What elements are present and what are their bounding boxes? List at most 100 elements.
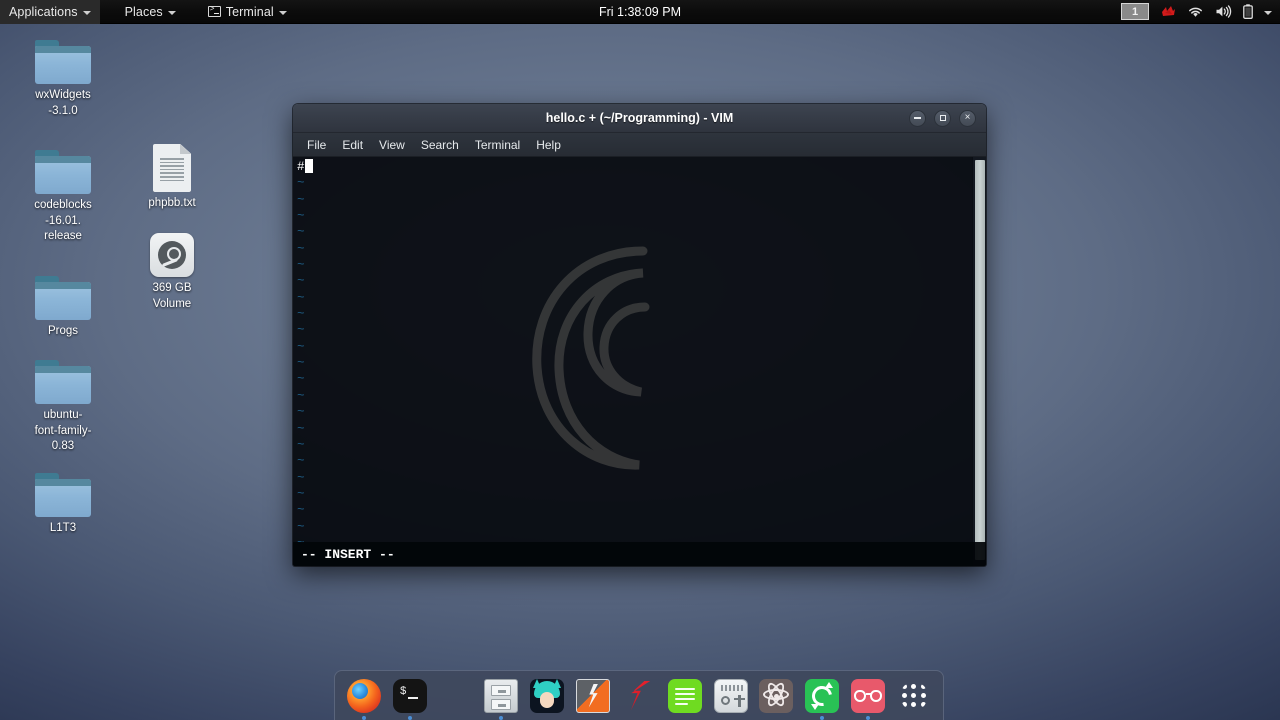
panel-menu-places[interactable]: Places bbox=[116, 0, 185, 24]
vim-tilde-row: ~ bbox=[297, 421, 305, 436]
chevron-down-icon bbox=[82, 10, 91, 15]
folder-icon bbox=[17, 465, 109, 517]
window-title: hello.c + (~/Programming) - VIM bbox=[545, 111, 734, 125]
dock-files[interactable] bbox=[482, 677, 520, 720]
vim-cursor bbox=[304, 159, 313, 173]
dock-firefox[interactable] bbox=[345, 677, 383, 720]
maximize-button[interactable] bbox=[934, 109, 951, 127]
chevron-down-icon[interactable] bbox=[1264, 10, 1272, 15]
firefox-icon bbox=[347, 678, 381, 713]
vim-tilde-row: ~ bbox=[297, 503, 305, 518]
running-indicator bbox=[499, 715, 504, 720]
close-button[interactable]: × bbox=[959, 109, 976, 127]
dock-atom[interactable] bbox=[757, 677, 795, 715]
sync-icon bbox=[805, 678, 840, 713]
desktop-icon-wxwidgets[interactable]: wxWidgets -3.1.0 bbox=[17, 32, 109, 119]
volume-icon[interactable] bbox=[1215, 5, 1232, 18]
file-cabinet-icon bbox=[484, 678, 519, 713]
terminal-window[interactable]: hello.c + (~/Programming) - VIM × File E… bbox=[293, 104, 986, 566]
dock-sync[interactable] bbox=[803, 677, 841, 720]
battery-icon[interactable] bbox=[1243, 4, 1253, 19]
glasses-icon bbox=[851, 678, 886, 713]
scrollbar-thumb[interactable] bbox=[975, 160, 985, 560]
application-dock: $ bbox=[334, 670, 944, 720]
workspace-number: 1 bbox=[1131, 5, 1139, 18]
terminal-scrollbar[interactable] bbox=[972, 157, 986, 566]
vim-tilde-row: ~ bbox=[297, 470, 305, 485]
minimize-button[interactable] bbox=[909, 109, 926, 127]
terminal-icon: $ bbox=[392, 678, 427, 713]
text-file-icon bbox=[126, 140, 218, 192]
dock-image-editor[interactable] bbox=[574, 677, 612, 715]
panel-menu-places-label: Places bbox=[124, 4, 163, 19]
wifi-icon[interactable] bbox=[1187, 5, 1204, 18]
menu-edit[interactable]: Edit bbox=[334, 136, 371, 154]
desktop-icon-label: wxWidgets -3.1.0 bbox=[35, 89, 91, 117]
panel-menu-applications-label: Applications bbox=[9, 4, 78, 19]
dock-terminal[interactable]: $ bbox=[391, 677, 429, 720]
atom-icon bbox=[759, 678, 794, 713]
vim-tilde-row: ~ bbox=[297, 437, 305, 452]
window-title-bar[interactable]: hello.c + (~/Programming) - VIM × bbox=[293, 104, 986, 133]
panel-window-terminal-label: Terminal bbox=[225, 4, 274, 19]
desktop-icon-volume[interactable]: 369 GB Volume bbox=[126, 225, 218, 312]
desktop-icon-label: phpbb.txt bbox=[148, 197, 196, 209]
quad-squares-icon bbox=[439, 679, 473, 713]
dock-glasses[interactable] bbox=[849, 677, 887, 720]
chevron-down-icon bbox=[167, 10, 176, 15]
desktop-icon-label: codeblocks -16.01. release bbox=[34, 199, 92, 242]
panel-menu-applications[interactable]: Applications bbox=[0, 0, 100, 24]
vim-tilde-row: ~ bbox=[297, 241, 305, 256]
vim-mode-indicator: -- INSERT -- bbox=[301, 546, 395, 562]
desktop-icon-ubuntu-font-family[interactable]: ubuntu- font-family- 0.83 bbox=[17, 352, 109, 455]
desktop-icon-phpbb-txt[interactable]: phpbb.txt bbox=[126, 140, 218, 212]
vim-tilde-row: ~ bbox=[297, 258, 305, 273]
vim-tilde-row: ~ bbox=[297, 519, 305, 534]
vim-first-line: # bbox=[297, 159, 964, 175]
vim-tilde-row: ~ bbox=[297, 339, 305, 354]
folder-icon bbox=[17, 352, 109, 404]
menu-search[interactable]: Search bbox=[413, 136, 467, 154]
hard-drive-icon bbox=[126, 225, 218, 277]
dock-mixer[interactable] bbox=[712, 677, 750, 715]
folder-icon bbox=[17, 268, 109, 320]
dock-notes[interactable] bbox=[666, 677, 704, 715]
panel-window-terminal[interactable]: Terminal bbox=[199, 0, 296, 24]
vim-tilde-row: ~ bbox=[297, 454, 305, 469]
terminal-content[interactable]: # ~~~~~~~~~~~~~~~~~~~~~~~ -- INSERT -- 1… bbox=[293, 157, 986, 566]
vim-buffer[interactable]: # ~~~~~~~~~~~~~~~~~~~~~~~ bbox=[297, 159, 964, 551]
menu-terminal[interactable]: Terminal bbox=[467, 136, 528, 154]
menu-help[interactable]: Help bbox=[528, 136, 569, 154]
running-indicator bbox=[362, 715, 366, 720]
desktop-icon-label: 369 GB Volume bbox=[152, 282, 192, 310]
vim-tilde-row: ~ bbox=[297, 356, 305, 371]
vim-tilde-row: ~ bbox=[297, 307, 305, 322]
vim-tilde-row: ~ bbox=[297, 388, 305, 403]
desktop-icon-l1t3[interactable]: L1T3 bbox=[17, 465, 109, 537]
vim-tilde-row: ~ bbox=[297, 372, 305, 387]
workspace-switcher[interactable]: 1 bbox=[1121, 3, 1149, 20]
panel-clock[interactable]: Fri 1:38:09 PM bbox=[0, 5, 1280, 19]
vim-tilde-row: ~ bbox=[297, 274, 305, 289]
desktop-icon-progs[interactable]: Progs bbox=[17, 268, 109, 340]
desktop-icon-label: Progs bbox=[47, 325, 79, 337]
vim-tilde-row: ~ bbox=[297, 176, 305, 191]
folder-icon bbox=[17, 142, 109, 194]
vim-tilde-row: ~ bbox=[297, 323, 305, 338]
desktop-icon-codeblocks[interactable]: codeblocks -16.01. release bbox=[17, 142, 109, 245]
top-panel: Applications Places Terminal Fri 1:38:09… bbox=[0, 0, 1280, 24]
vim-tilde-row: ~ bbox=[297, 290, 305, 305]
running-indicator bbox=[407, 715, 412, 720]
redshift-icon[interactable] bbox=[1160, 5, 1176, 19]
running-indicator bbox=[866, 715, 871, 720]
running-indicator bbox=[820, 715, 825, 720]
dock-quad-app[interactable] bbox=[437, 677, 475, 715]
dock-flame-app[interactable] bbox=[620, 677, 658, 715]
dock-avatar-app[interactable] bbox=[528, 677, 566, 715]
vim-status-line: -- INSERT -- 1,2 All bbox=[293, 542, 986, 566]
menu-file[interactable]: File bbox=[299, 136, 334, 154]
dock-app-launcher[interactable] bbox=[895, 677, 933, 715]
vim-tilde-row: ~ bbox=[297, 405, 305, 420]
menu-view[interactable]: View bbox=[371, 136, 413, 154]
grid-dots-icon bbox=[901, 683, 926, 708]
